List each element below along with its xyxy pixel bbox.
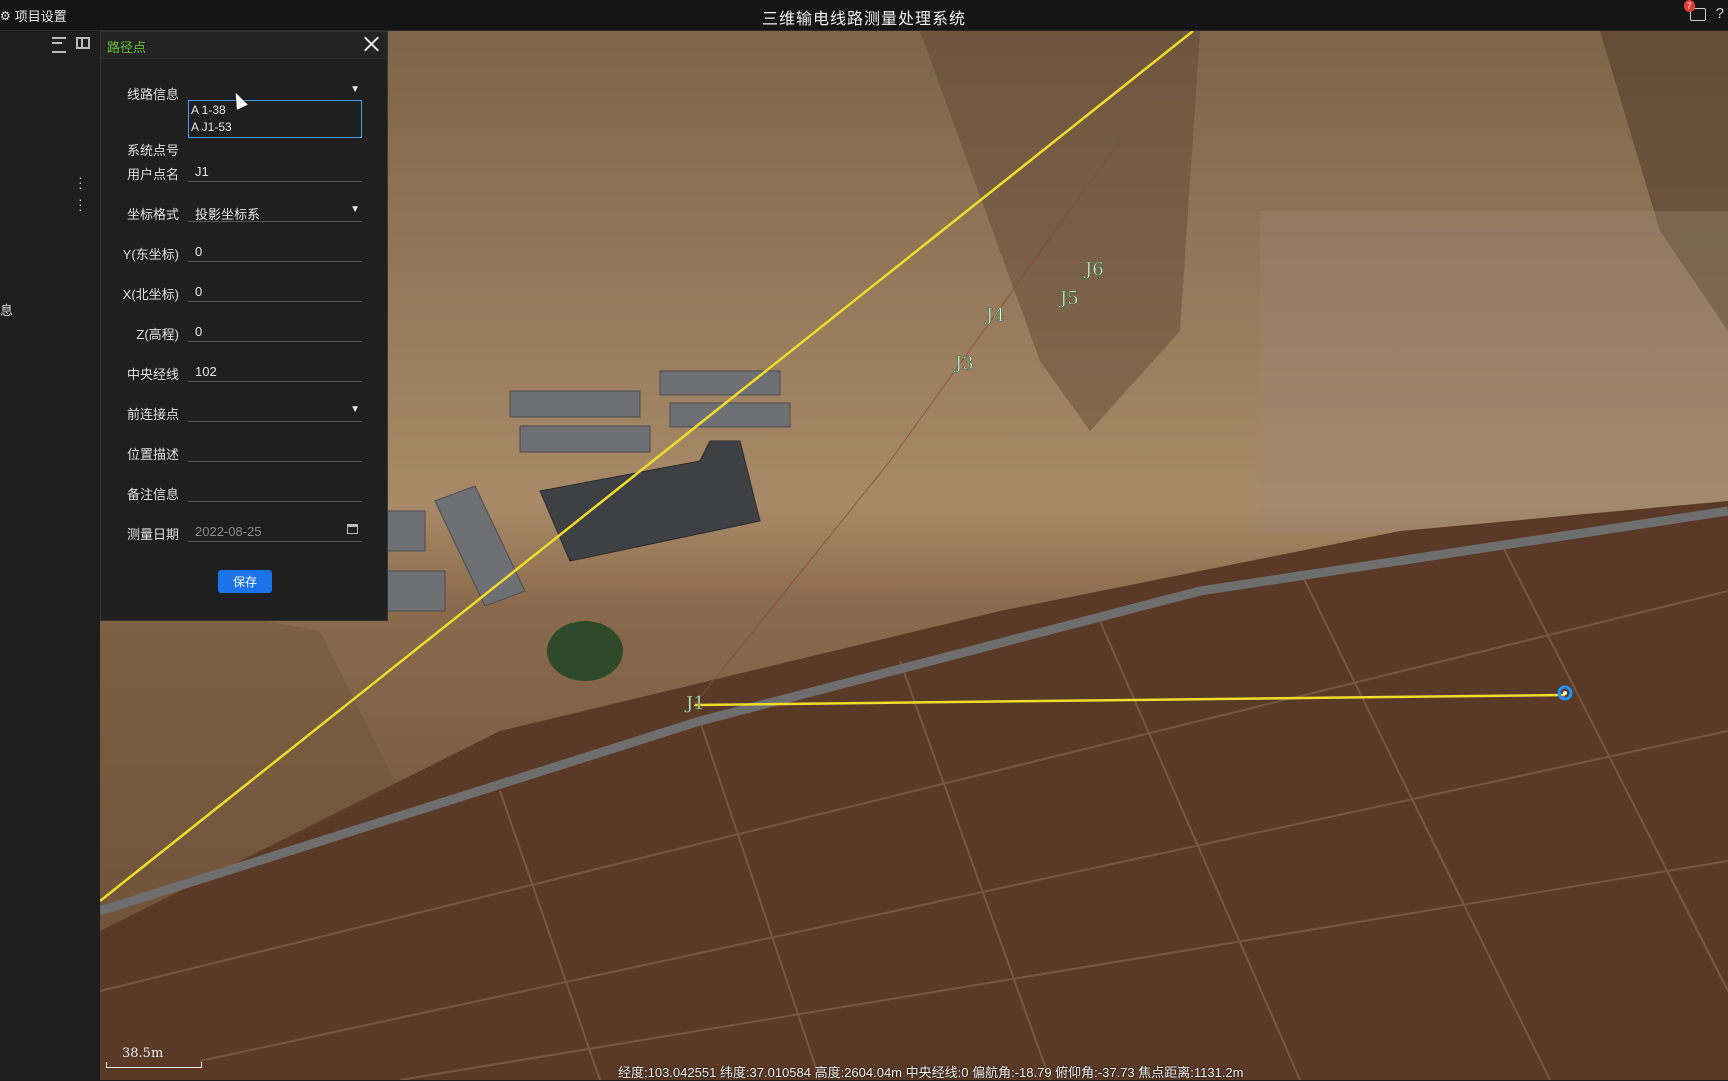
waypoint-dialog: 路径点 线路信息 ▼ 系统点号 A 1-38 A J1-53 用户点名 J1 坐… bbox=[100, 31, 388, 621]
remarks-label: 备注信息 bbox=[126, 487, 179, 502]
calendar-icon[interactable] bbox=[347, 524, 358, 534]
more-menu-icon-2[interactable]: · · · bbox=[78, 192, 83, 216]
prev-point-label: 前连接点 bbox=[126, 407, 179, 422]
left-sidebar: · · · · · · 息 bbox=[0, 31, 100, 1080]
status-bar: 经度:103.042551 纬度:37.010584 高度:2604.04m 中… bbox=[618, 1065, 1244, 1080]
scale-label: 38.5m bbox=[122, 1046, 164, 1061]
list-toggle-icon[interactable] bbox=[52, 37, 66, 53]
list-item[interactable]: A 1-38 bbox=[191, 102, 359, 119]
marker-j6[interactable]: J6 bbox=[1083, 259, 1104, 281]
y-east-input[interactable]: 0 bbox=[188, 236, 362, 262]
system-point-listbox[interactable]: A 1-38 A J1-53 bbox=[188, 100, 362, 138]
title-bar: ⚙ 项目设置 三维输电线路测量处理系统 7 ? bbox=[0, 0, 1728, 31]
user-point-label: 用户点名 bbox=[126, 167, 179, 182]
remarks-input[interactable] bbox=[188, 476, 362, 502]
z-elev-label: Z(高程) bbox=[136, 327, 179, 342]
notification-badge: 7 bbox=[1683, 0, 1695, 12]
dialog-title: 路径点 bbox=[107, 40, 147, 55]
coord-format-label: 坐标格式 bbox=[126, 207, 179, 222]
dialog-header: 路径点 bbox=[101, 32, 387, 59]
y-east-label: Y(东坐标) bbox=[122, 247, 179, 262]
notification-icon[interactable]: 7 bbox=[1683, 0, 1706, 22]
remarks-row: 备注信息 bbox=[101, 476, 387, 506]
sidebar-info-label: 息 bbox=[0, 303, 14, 318]
caret-down-icon: ▼ bbox=[350, 84, 360, 95]
close-icon[interactable] bbox=[361, 34, 381, 54]
list-item[interactable]: A J1-53 bbox=[191, 119, 359, 136]
x-north-label: X(北坐标) bbox=[122, 287, 179, 302]
app-title: 三维输电线路测量处理系统 bbox=[761, 11, 966, 28]
location-desc-label: 位置描述 bbox=[126, 447, 179, 462]
user-point-input[interactable]: J1 bbox=[188, 156, 362, 182]
line-info-label: 线路信息 bbox=[126, 87, 179, 102]
save-button[interactable]: 保存 bbox=[218, 570, 272, 593]
help-icon[interactable]: ? bbox=[1716, 5, 1724, 22]
central-meridian-input[interactable]: 102 bbox=[188, 356, 362, 382]
scale-bar: 38.5m bbox=[106, 1046, 202, 1068]
z-elev-row: Z(高程) 0 bbox=[101, 316, 387, 346]
x-north-row: X(北坐标) 0 bbox=[101, 276, 387, 306]
x-north-input[interactable]: 0 bbox=[188, 276, 362, 302]
coord-format-select[interactable]: 投影坐标系 ▼ bbox=[188, 196, 362, 222]
location-desc-input[interactable] bbox=[188, 436, 362, 462]
location-desc-row: 位置描述 bbox=[101, 436, 387, 466]
survey-date-row: 测量日期 2022-08-25 bbox=[101, 516, 387, 546]
user-point-row: 用户点名 J1 bbox=[101, 156, 387, 186]
prev-point-select[interactable]: ▼ bbox=[188, 396, 362, 422]
marker-j4[interactable]: J4 bbox=[984, 305, 1005, 327]
central-meridian-row: 中央经线 102 bbox=[101, 356, 387, 386]
caret-down-icon: ▼ bbox=[350, 204, 360, 215]
caret-down-icon: ▼ bbox=[350, 404, 360, 415]
prev-point-row: 前连接点 ▼ bbox=[101, 396, 387, 426]
more-menu-icon[interactable]: · · · bbox=[78, 170, 83, 194]
z-elev-input[interactable]: 0 bbox=[188, 316, 362, 342]
marker-j3[interactable]: J3 bbox=[953, 353, 974, 375]
panel-toggle-icon[interactable] bbox=[76, 37, 90, 49]
survey-date-label: 测量日期 bbox=[126, 527, 179, 542]
y-east-row: Y(东坐标) 0 bbox=[101, 236, 387, 266]
marker-j5[interactable]: J5 bbox=[1058, 288, 1079, 310]
coord-format-row: 坐标格式 投影坐标系 ▼ bbox=[101, 196, 387, 226]
marker-j1[interactable]: J1 bbox=[684, 693, 705, 715]
survey-date-input[interactable]: 2022-08-25 bbox=[188, 516, 362, 542]
central-meridian-label: 中央经线 bbox=[126, 367, 179, 382]
line-info-select[interactable]: ▼ bbox=[188, 76, 362, 102]
